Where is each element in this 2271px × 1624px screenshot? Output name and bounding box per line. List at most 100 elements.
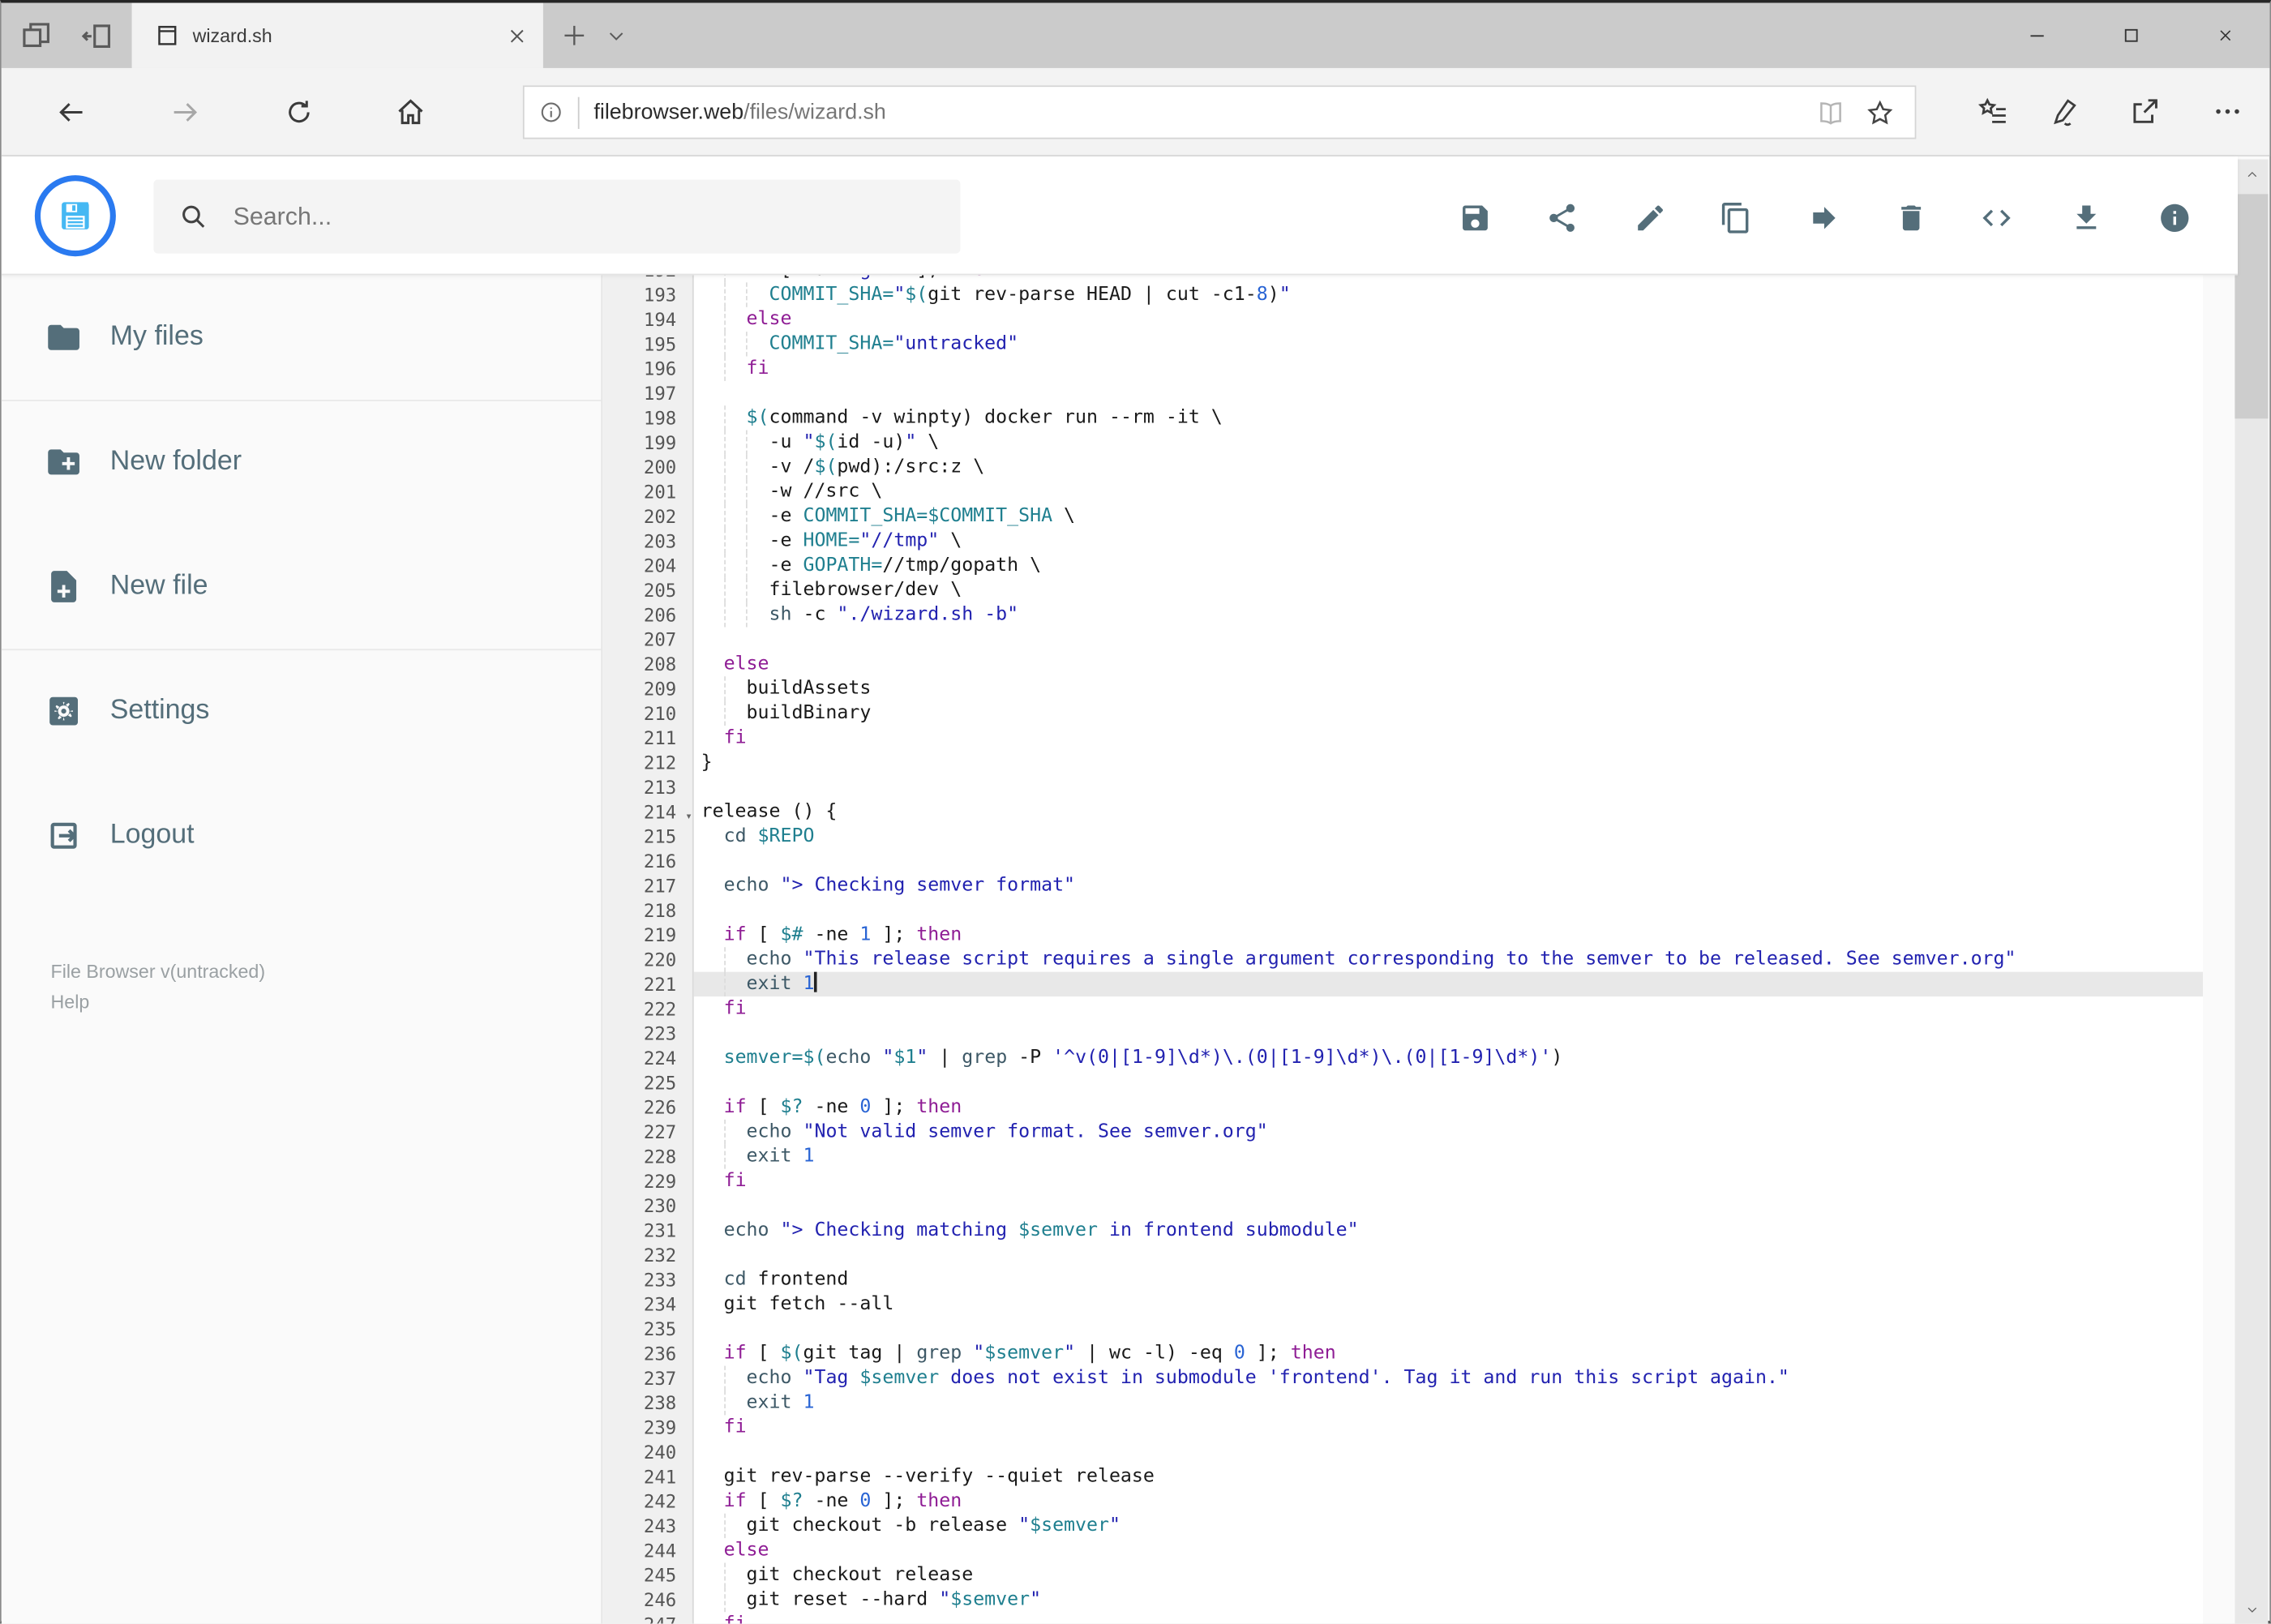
site-info-icon[interactable] xyxy=(539,100,563,124)
download-button[interactable] xyxy=(2070,201,2103,234)
code-line[interactable]: 233 cd frontend xyxy=(602,1267,2203,1292)
code-line[interactable]: 192 if [ -d ".git" ]; then xyxy=(602,275,2203,283)
info-button[interactable] xyxy=(2158,201,2192,234)
code-line[interactable]: 226 if [ $? -ne 0 ]; then xyxy=(602,1095,2203,1120)
code-line[interactable]: 212} xyxy=(602,750,2203,774)
code-line[interactable]: 238 exit 1 xyxy=(602,1390,2203,1416)
close-button[interactable] xyxy=(2193,3,2258,68)
code-line[interactable]: 214 ▾ release () { xyxy=(602,799,2203,824)
code-line[interactable]: 196 fi xyxy=(602,356,2203,381)
code-line[interactable]: 236 if [ $(git tag | grep "$semver" | wc… xyxy=(602,1341,2203,1365)
code-editor[interactable]: 192 if [ -d ".git" ]; then193 COMMIT_SHA… xyxy=(601,275,2204,1624)
share-button[interactable] xyxy=(1545,201,1579,234)
code-line[interactable]: 215 cd $REPO xyxy=(602,824,2203,848)
app-logo[interactable] xyxy=(34,175,116,257)
raw-code-button[interactable] xyxy=(1980,201,2013,234)
code-line[interactable]: 219 if [ $# -ne 1 ]; then xyxy=(602,923,2203,947)
code-line[interactable]: 217 echo "> Checking semver format" xyxy=(602,873,2203,898)
code-line[interactable]: 197 xyxy=(602,381,2203,405)
share-icon[interactable] xyxy=(2129,96,2161,127)
scroll-down-icon[interactable] xyxy=(2235,1595,2268,1624)
minimize-button[interactable] xyxy=(2004,3,2069,68)
address-bar[interactable]: filebrowser.web/files/wizard.sh xyxy=(522,85,1917,139)
code-line[interactable]: 218 xyxy=(602,898,2203,923)
code-line[interactable]: 237 echo "Tag $semver does not exist in … xyxy=(602,1365,2203,1390)
delete-button[interactable] xyxy=(1895,201,1928,234)
code-line[interactable]: 210 buildBinary xyxy=(602,701,2203,726)
code-line[interactable]: 224 semver=$(echo "$1" | grep -P '^v(0|[… xyxy=(602,1046,2203,1070)
code-line[interactable]: 213 xyxy=(602,775,2203,799)
code-line[interactable]: 193 COMMIT_SHA="$(git rev-parse HEAD | c… xyxy=(602,282,2203,307)
code-line[interactable]: 247 fi xyxy=(602,1612,2203,1624)
home-icon[interactable] xyxy=(396,97,426,128)
search-box[interactable] xyxy=(153,179,961,254)
code-line[interactable]: 235 xyxy=(602,1317,2203,1341)
code-line[interactable]: 234 git fetch --all xyxy=(602,1292,2203,1316)
code-line[interactable]: 229 fi xyxy=(602,1169,2203,1193)
code-line[interactable]: 195 COMMIT_SHA="untracked" xyxy=(602,332,2203,357)
code-line[interactable]: 230 xyxy=(602,1193,2203,1218)
set-tabs-aside-icon[interactable] xyxy=(81,20,113,52)
page-scrollbar[interactable] xyxy=(2235,159,2269,1624)
code-line[interactable]: 205 filebrowser/dev \ xyxy=(602,577,2203,603)
code-line[interactable]: 199 -u "$(id -u)" \ xyxy=(602,430,2203,455)
code-line[interactable]: 242 if [ $? -ne 0 ]; then xyxy=(602,1489,2203,1513)
tab-close-icon[interactable] xyxy=(505,24,529,47)
code-line[interactable]: 202 -e COMMIT_SHA=$COMMIT_SHA \ xyxy=(602,503,2203,529)
sidebar-item-my-files[interactable]: My files xyxy=(2,275,602,400)
code-line[interactable]: 208 else xyxy=(602,652,2203,676)
web-note-pen-icon[interactable] xyxy=(2048,96,2080,127)
sidebar-item-logout[interactable]: Logout xyxy=(2,773,602,898)
code-line[interactable]: 211 fi xyxy=(602,726,2203,750)
code-line[interactable]: 223 xyxy=(602,1021,2203,1045)
refresh-icon[interactable] xyxy=(284,97,315,128)
code-line[interactable]: 239 fi xyxy=(602,1415,2203,1439)
move-button[interactable] xyxy=(1807,201,1840,234)
code-line[interactable]: 240 xyxy=(602,1440,2203,1464)
code-line[interactable]: 232 xyxy=(602,1243,2203,1267)
sidebar-item-settings[interactable]: Settings xyxy=(2,649,602,773)
sidebar-item-new-folder[interactable]: New folder xyxy=(2,400,602,525)
code-line[interactable]: 241 git rev-parse --verify --quiet relea… xyxy=(602,1464,2203,1489)
tab-preview-icon[interactable] xyxy=(20,20,52,52)
sidebar-item-new-file[interactable]: New file xyxy=(2,525,602,649)
code-line[interactable]: 216 xyxy=(602,849,2203,873)
search-input[interactable] xyxy=(233,202,871,231)
code-line[interactable]: 209 buildAssets xyxy=(602,676,2203,701)
back-icon[interactable] xyxy=(57,97,88,128)
save-button[interactable] xyxy=(1459,201,1492,234)
code-line[interactable]: 244 else xyxy=(602,1538,2203,1562)
maximize-button[interactable] xyxy=(2098,3,2163,68)
forward-icon[interactable] xyxy=(169,97,200,128)
code-line[interactable]: 204 -e GOPATH=//tmp/gopath \ xyxy=(602,553,2203,578)
code-line[interactable]: 200 -v /$(pwd):/src:z \ xyxy=(602,454,2203,480)
browser-tab[interactable]: wizard.sh xyxy=(131,2,543,68)
code-line[interactable]: 231 echo "> Checking matching $semver in… xyxy=(602,1218,2203,1242)
code-line[interactable]: 220 echo "This release script requires a… xyxy=(602,947,2203,972)
code-line[interactable]: 245 git checkout release xyxy=(602,1562,2203,1588)
code-line[interactable]: 227 echo "Not valid semver format. See s… xyxy=(602,1119,2203,1145)
help-link[interactable]: Help xyxy=(51,987,266,1018)
new-tab-button[interactable] xyxy=(560,22,588,49)
code-line[interactable]: 203 -e HOME="//tmp" \ xyxy=(602,529,2203,554)
edit-button[interactable] xyxy=(1634,201,1667,234)
scroll-up-icon[interactable] xyxy=(2235,160,2268,189)
favorite-star-icon[interactable] xyxy=(1866,98,1895,127)
code-line[interactable]: 225 xyxy=(602,1070,2203,1095)
tab-list-chevron-icon[interactable] xyxy=(604,26,628,46)
reading-view-icon[interactable] xyxy=(1816,98,1845,127)
scrollbar-thumb[interactable] xyxy=(2235,194,2269,419)
code-line[interactable]: 228 exit 1 xyxy=(602,1144,2203,1169)
more-ellipsis-icon[interactable] xyxy=(2212,96,2243,127)
code-line[interactable]: 243 git checkout -b release "$semver" xyxy=(602,1513,2203,1539)
code-line[interactable]: 221 exit 1 xyxy=(602,971,2204,997)
code-line[interactable]: 194 else xyxy=(602,306,2203,332)
code-line[interactable]: 246 git reset --hard "$semver" xyxy=(602,1587,2203,1613)
code-line[interactable]: 198 $(command -v winpty) docker run --rm… xyxy=(602,405,2203,431)
copy-button[interactable] xyxy=(1719,201,1752,234)
code-line[interactable]: 222 fi xyxy=(602,996,2203,1021)
url-text[interactable]: filebrowser.web/files/wizard.sh xyxy=(593,100,1816,124)
code-line[interactable]: 207 xyxy=(602,628,2203,652)
code-line[interactable]: 201 -w //src \ xyxy=(602,479,2203,504)
favorites-hub-icon[interactable] xyxy=(1977,96,2008,127)
